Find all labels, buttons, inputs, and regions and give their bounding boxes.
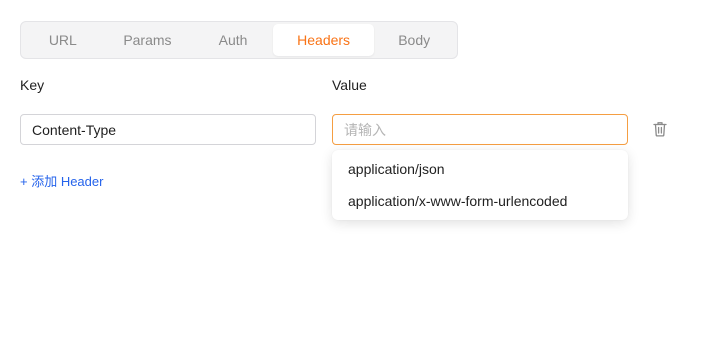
header-value-input[interactable] <box>332 114 628 145</box>
suggestion-option[interactable]: application/json <box>332 153 628 185</box>
tab-headers[interactable]: Headers <box>272 24 375 56</box>
tab-params[interactable]: Params <box>102 24 194 56</box>
tab-url[interactable]: URL <box>24 24 102 56</box>
tab-auth[interactable]: Auth <box>193 24 273 56</box>
delete-header-button[interactable] <box>651 120 669 138</box>
suggestion-option[interactable]: application/x-www-form-urlencoded <box>332 185 628 217</box>
value-column-label: Value <box>332 77 367 93</box>
tab-body[interactable]: Body <box>374 24 454 56</box>
key-column-label: Key <box>20 77 45 93</box>
request-tabs: URL Params Auth Headers Body <box>20 21 458 59</box>
add-header-link[interactable]: + 添加 Header <box>20 171 103 190</box>
header-key-input[interactable] <box>20 114 316 145</box>
value-suggestions-dropdown: application/json application/x-www-form-… <box>332 150 628 220</box>
trash-icon <box>653 122 667 137</box>
